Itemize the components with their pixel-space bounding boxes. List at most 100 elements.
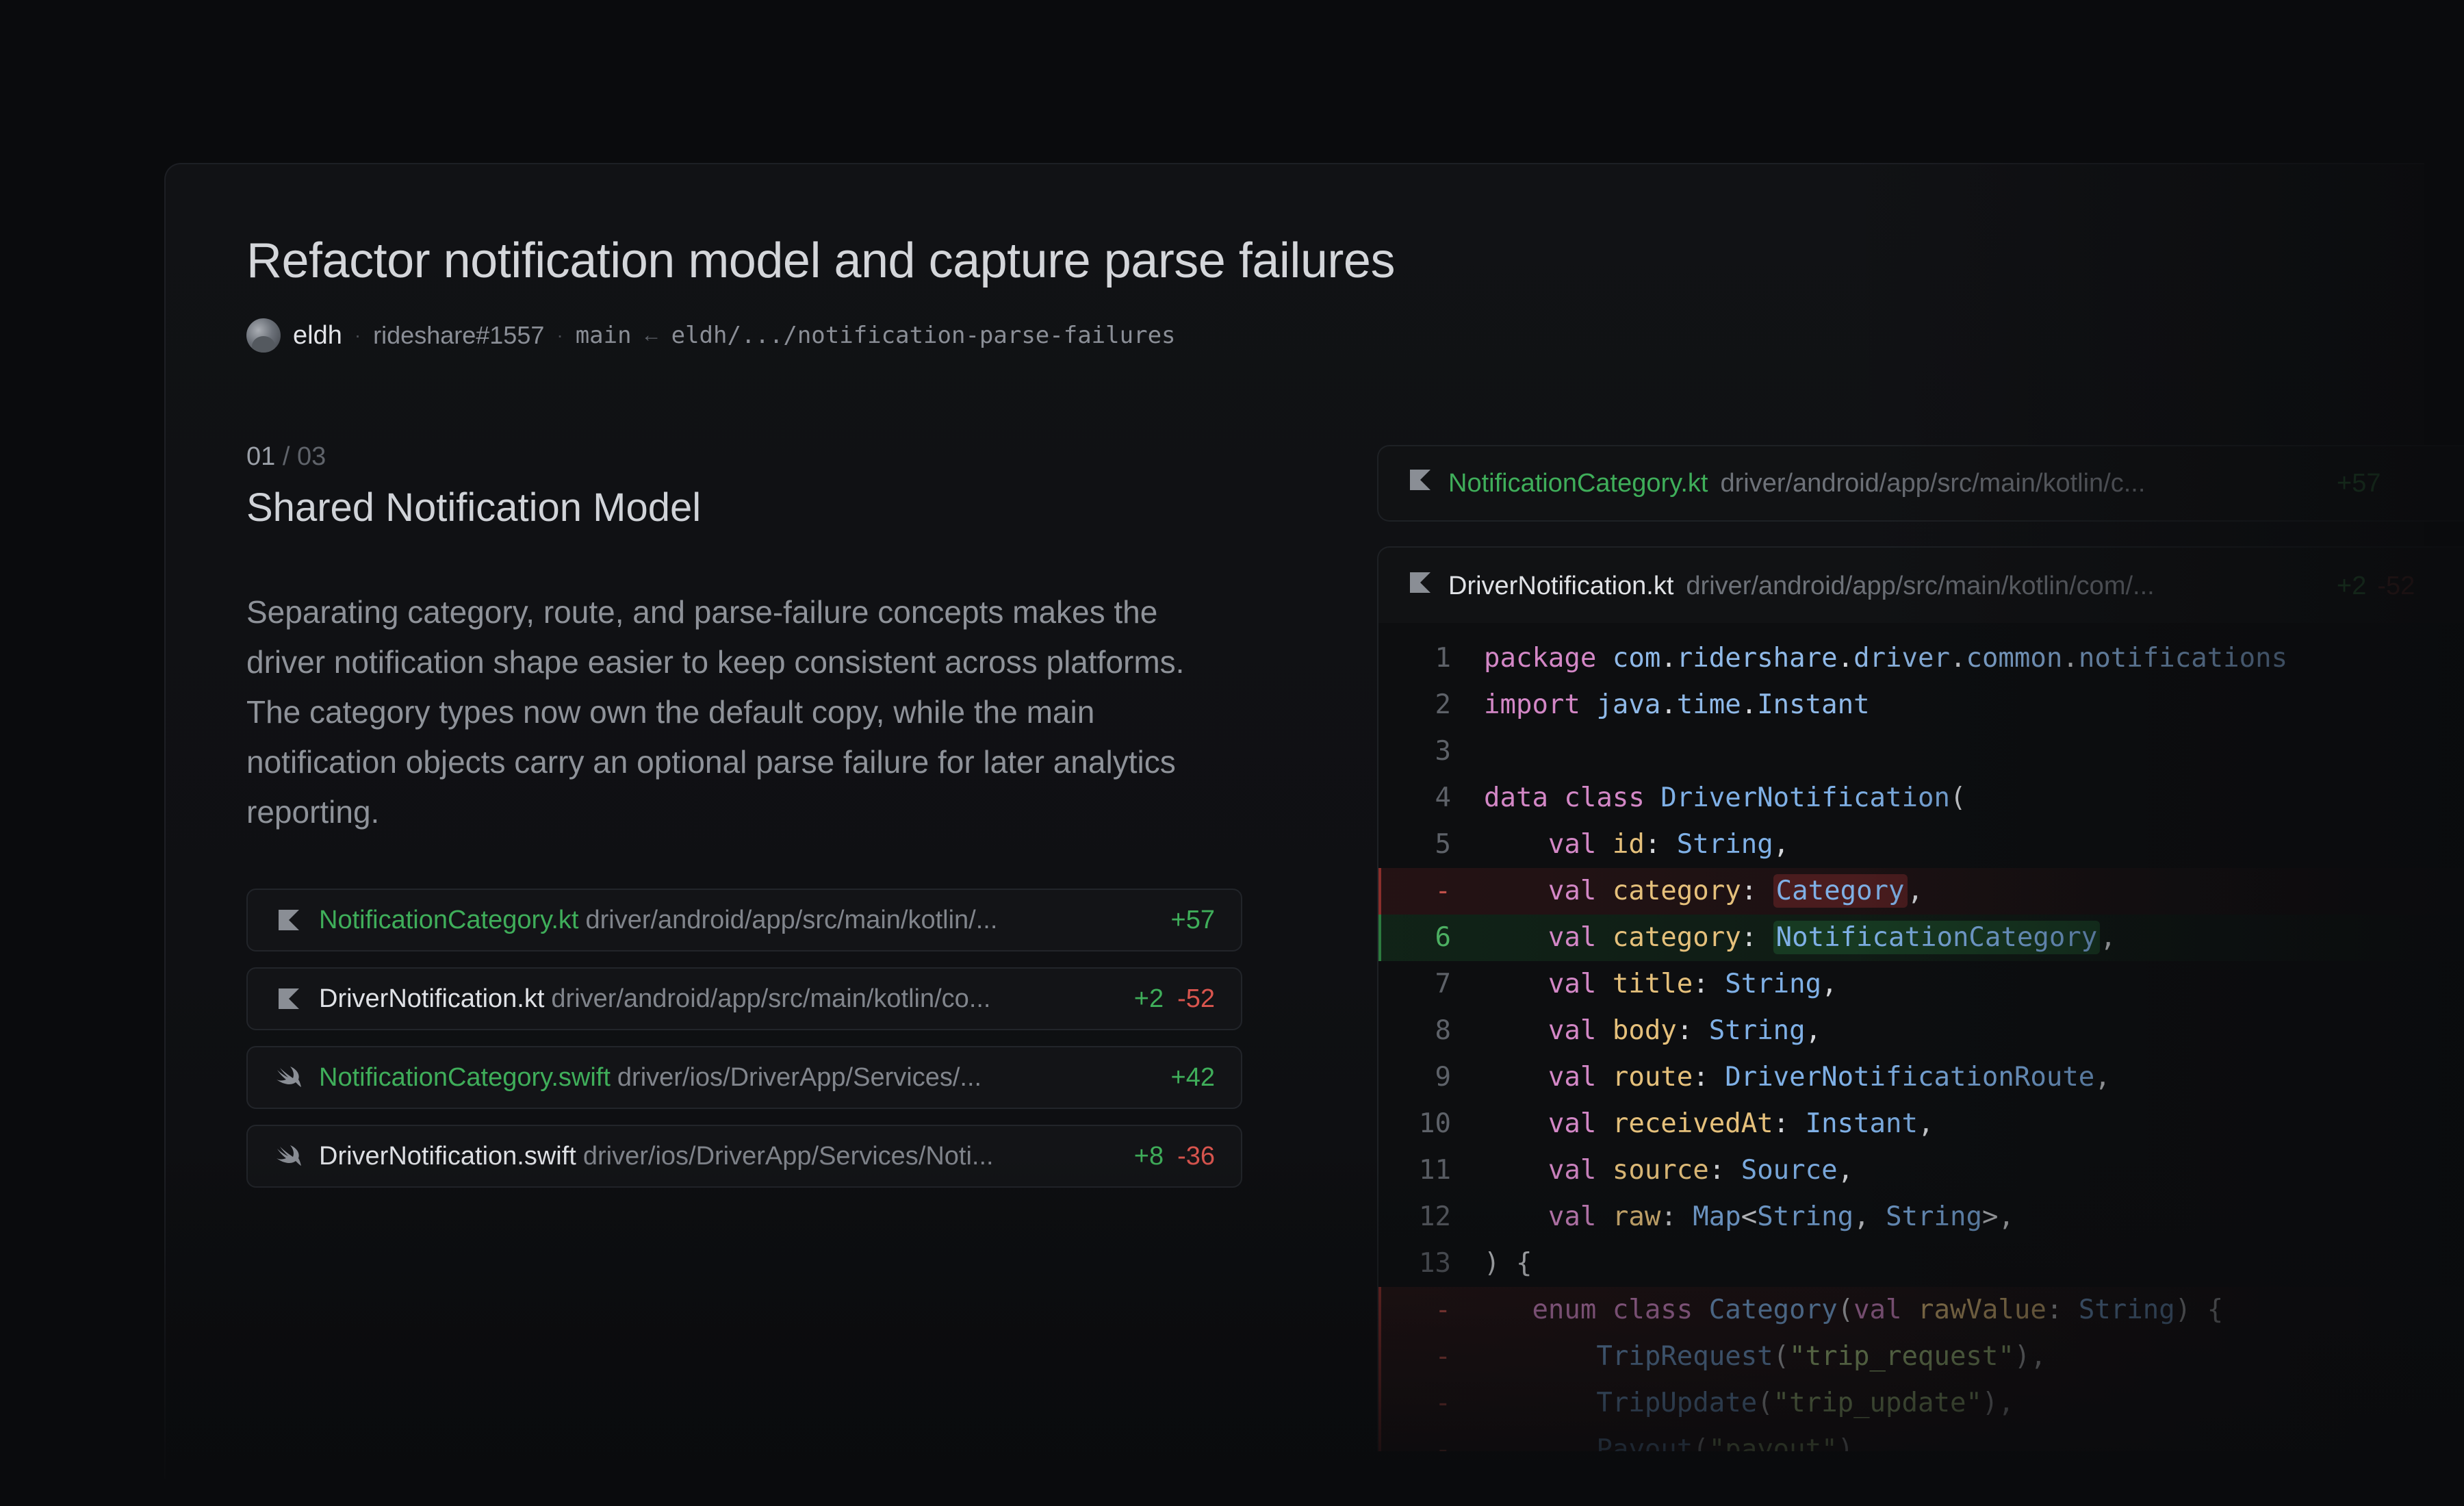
code-text: val receivedAt: Instant, xyxy=(1548,1108,1934,1139)
diff-file-path: driver/android/app/src/main/kotlin/com/.… xyxy=(1686,571,2155,600)
line-number: 3 xyxy=(1435,736,1451,767)
line-number: 2 xyxy=(1435,689,1451,720)
code-line: 4 data class DriverNotification( xyxy=(1378,775,2464,821)
code-text: TripRequest("trip_request"), xyxy=(1596,1341,2046,1372)
code-line: 1 package com.ridershare.driver.common.no… xyxy=(1378,635,2464,682)
additions-count: +57 xyxy=(2337,468,2381,498)
line-number: - xyxy=(1435,1434,1451,1451)
kotlin-icon xyxy=(275,985,303,1012)
deleted-code-line: - val category: Category, xyxy=(1378,868,2464,915)
line-number: - xyxy=(1435,1341,1451,1372)
deleted-code-line: - TripRequest("trip_request"), xyxy=(1378,1333,2464,1380)
line-number: 6 xyxy=(1435,922,1451,953)
code-text: val id: String, xyxy=(1548,829,1790,860)
file-row[interactable]: NotificationCategory.swift driver/ios/Dr… xyxy=(246,1046,1242,1109)
diff-file-path: driver/android/app/src/main/kotlin/c... xyxy=(1720,468,2146,498)
file-row[interactable]: DriverNotification.swift driver/ios/Driv… xyxy=(246,1125,1242,1188)
swift-icon xyxy=(275,1143,303,1170)
code-text: val category: Category, xyxy=(1548,874,1923,908)
file-name: NotificationCategory.swift xyxy=(319,1062,611,1092)
deletions-count: -52 xyxy=(2377,571,2415,600)
code-line: 5 val id: String, xyxy=(1378,821,2464,868)
avatar[interactable] xyxy=(246,318,281,353)
file-row[interactable]: NotificationCategory.kt driver/android/a… xyxy=(246,889,1242,952)
code-text: val body: String, xyxy=(1548,1015,1822,1046)
code-line: 2 import java.time.Instant xyxy=(1378,682,2464,728)
diff-panel-header[interactable]: DriverNotification.kt driver/android/app… xyxy=(1377,546,2464,624)
code-text: val category: NotificationCategory, xyxy=(1548,921,2116,954)
code-text: ) { xyxy=(1484,1248,1532,1279)
code-text: data class DriverNotification( xyxy=(1484,782,1966,813)
file-name: DriverNotification.kt xyxy=(319,984,545,1013)
deleted-code-line: - enum class Category(val rawValue: Stri… xyxy=(1378,1287,2464,1333)
additions-count: +2 xyxy=(1133,984,1164,1013)
pr-meta: eldh · rideshare#1557 · main ← eldh/.../… xyxy=(246,316,1176,355)
code-line: 12 val raw: Map<String, String>, xyxy=(1378,1194,2464,1240)
diff-panel-header[interactable]: NotificationCategory.kt driver/android/a… xyxy=(1377,445,2464,522)
kotlin-icon xyxy=(275,906,303,934)
section-separator: / xyxy=(282,442,290,471)
code-line: 11 val source: Source, xyxy=(1378,1147,2464,1194)
file-path: driver/ios/DriverApp/Services/Noti... xyxy=(582,1141,994,1171)
code-diff-view[interactable]: 1 package com.ridershare.driver.common.no… xyxy=(1377,623,2464,1451)
diff-file-name: NotificationCategory.kt xyxy=(1448,468,1708,498)
line-number: 8 xyxy=(1435,1015,1451,1046)
file-path: driver/android/app/src/main/kotlin/... xyxy=(585,905,998,934)
line-number: 7 xyxy=(1435,969,1451,999)
code-line: 7 val title: String, xyxy=(1378,961,2464,1008)
line-number: - xyxy=(1435,1294,1451,1325)
line-number: 1 xyxy=(1435,643,1451,674)
code-text: val route: DriverNotificationRoute, xyxy=(1548,1062,2111,1093)
code-text: val source: Source, xyxy=(1548,1155,1854,1186)
code-line: 9 val route: DriverNotificationRoute, xyxy=(1378,1054,2464,1101)
code-text: TripUpdate("trip_update"), xyxy=(1596,1388,2014,1418)
section-index: 01 xyxy=(246,442,276,471)
additions-count: +57 xyxy=(1170,905,1215,934)
kotlin-icon xyxy=(1409,571,1432,601)
section-counter: 01 / 03 xyxy=(246,442,326,472)
head-branch[interactable]: eldh/.../notification-parse-failures xyxy=(671,322,1176,349)
code-text: enum class Category(val rawValue: String… xyxy=(1532,1294,2224,1325)
kotlin-icon xyxy=(1409,468,1432,498)
deleted-code-line: - TripUpdate("trip_update"), xyxy=(1378,1380,2464,1427)
file-path: driver/android/app/src/main/kotlin/co... xyxy=(551,984,991,1013)
diff-file-name: DriverNotification.kt xyxy=(1448,571,1674,600)
line-number: 5 xyxy=(1435,829,1451,860)
section-title: Shared Notification Model xyxy=(246,485,702,530)
base-branch[interactable]: main xyxy=(576,322,632,349)
separator-dot: · xyxy=(354,324,361,346)
line-number: 12 xyxy=(1419,1201,1451,1232)
file-row[interactable]: DriverNotification.kt driver/android/app… xyxy=(246,967,1242,1030)
line-number: - xyxy=(1435,876,1451,906)
changed-files-list: NotificationCategory.kt driver/android/a… xyxy=(246,889,1242,1203)
file-path: driver/ios/DriverApp/Services/... xyxy=(617,1062,982,1092)
code-line: 8 val body: String, xyxy=(1378,1008,2464,1054)
deletions-count: -52 xyxy=(1177,984,1215,1013)
code-text: Payout("payout"), xyxy=(1596,1434,1870,1451)
section-total: 03 xyxy=(296,442,326,471)
section-description: Separating category, route, and parse-fa… xyxy=(246,594,1185,830)
line-number: 11 xyxy=(1419,1155,1451,1186)
pr-stage: Refactor notification model and capture … xyxy=(0,0,2464,1506)
code-text: val title: String, xyxy=(1548,969,1838,999)
line-number: 4 xyxy=(1435,782,1451,813)
code-line: 10 val receivedAt: Instant, xyxy=(1378,1101,2464,1147)
pr-title: Refactor notification model and capture … xyxy=(246,233,1395,288)
code-lines: 1 package com.ridershare.driver.common.no… xyxy=(1378,623,2464,1451)
code-text: import java.time.Instant xyxy=(1484,689,1870,720)
code-line: 13 ) { xyxy=(1378,1240,2464,1287)
swift-icon xyxy=(275,1064,303,1091)
deleted-code-line: - Payout("payout"), xyxy=(1378,1427,2464,1451)
line-number: 9 xyxy=(1435,1062,1451,1093)
pr-reference-link[interactable]: rideshare#1557 xyxy=(373,321,544,350)
author-link[interactable]: eldh xyxy=(293,321,342,350)
separator-dot: · xyxy=(556,324,563,346)
line-number: - xyxy=(1435,1388,1451,1418)
additions-count: +8 xyxy=(1133,1141,1164,1171)
file-name: NotificationCategory.kt xyxy=(319,905,579,934)
line-number: 13 xyxy=(1419,1248,1451,1279)
deletions-count: -36 xyxy=(1177,1141,1215,1171)
additions-count: +2 xyxy=(2337,571,2367,600)
file-name: DriverNotification.swift xyxy=(319,1141,576,1171)
added-code-line: 6 val category: NotificationCategory, xyxy=(1378,915,2464,961)
